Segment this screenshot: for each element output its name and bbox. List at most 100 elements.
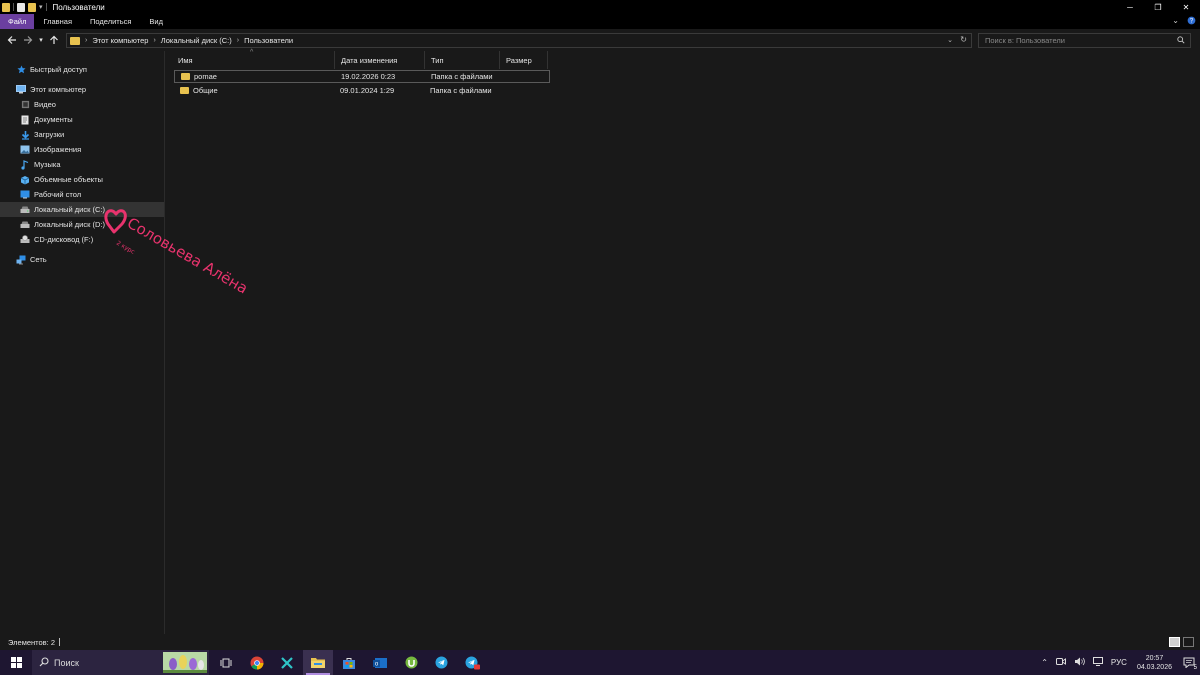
recent-locations-button[interactable]: ▾ [36, 32, 46, 48]
search-input[interactable] [979, 36, 1169, 45]
large-icons-view-button[interactable] [1183, 637, 1194, 647]
nav-item-documents[interactable]: Документы [0, 112, 164, 127]
nav-item-quick-access[interactable]: Быстрый доступ [0, 62, 164, 77]
file-row[interactable]: pomae 19.02.2026 0:23 Папка с файлами [174, 70, 550, 83]
nav-item-network[interactable]: Сеть [0, 252, 164, 267]
minimize-button[interactable]: ─ [1116, 0, 1144, 14]
chevron-down-icon[interactable]: ⌄ [1172, 16, 1179, 27]
properties-icon[interactable] [17, 2, 25, 12]
folder-icon[interactable] [2, 2, 10, 12]
column-header-date[interactable]: Дата изменения [335, 51, 425, 69]
desktop-icon [20, 190, 30, 199]
cube-icon [20, 175, 30, 184]
nav-item-label: CD-дисковод (F:) [34, 235, 94, 244]
address-history-dropdown[interactable]: ⌄ [947, 36, 953, 44]
tab-view[interactable]: Вид [140, 14, 172, 29]
refresh-icon[interactable]: ↻ [960, 35, 967, 44]
details-view-button[interactable] [1169, 637, 1180, 647]
taskbar-app-telegram[interactable] [426, 650, 456, 675]
taskbar-app-file-explorer[interactable] [303, 650, 333, 675]
tab-home[interactable]: Главная [34, 14, 81, 29]
taskbar-search-label: Поиск [54, 657, 79, 668]
taskbar-app-store[interactable] [334, 650, 364, 675]
search-icon[interactable] [1177, 36, 1185, 44]
up-button[interactable] [46, 32, 62, 48]
chevron-right-icon[interactable]: › [153, 37, 155, 44]
clock-date: 04.03.2026 [1136, 663, 1172, 671]
taskbar-search[interactable]: Поиск [32, 650, 209, 675]
nav-item-label: Локальный диск (D:) [34, 220, 105, 229]
nav-item-music[interactable]: Музыка [0, 157, 164, 172]
breadcrumb-users[interactable]: Пользователи [244, 36, 293, 45]
back-button[interactable] [4, 32, 20, 48]
clock[interactable]: 20:57 04.03.2026 [1137, 654, 1172, 672]
task-view-button[interactable] [211, 650, 241, 675]
chevron-right-icon[interactable]: › [85, 37, 87, 44]
tab-file[interactable]: Файл [0, 14, 35, 29]
meet-now-icon[interactable] [1055, 657, 1066, 668]
nav-item-local-disk-c[interactable]: Локальный диск (C:) [0, 202, 164, 217]
folder-icon [180, 87, 189, 94]
nav-item-cd-drive-f[interactable]: CD-дисковод (F:) [0, 232, 164, 247]
column-header-name[interactable]: Имя [172, 51, 335, 69]
divider [45, 3, 47, 11]
address-row: ▾ › Этот компьютер › Локальный диск (C:)… [0, 29, 1200, 51]
file-name: pomae [194, 72, 217, 81]
column-header-size[interactable]: Размер [500, 51, 548, 69]
nav-item-this-pc[interactable]: Этот компьютер [0, 82, 164, 97]
status-bar: Элементов: 2 [0, 634, 1200, 650]
folder-icon [181, 73, 190, 80]
divider [59, 638, 61, 646]
restore-button[interactable]: ❐ [1144, 0, 1172, 14]
file-list-pane: ^ Имя Дата изменения Тип Размер pomae 19… [166, 49, 1200, 634]
column-header-type[interactable]: Тип [425, 51, 500, 69]
taskbar-app-x[interactable] [272, 650, 302, 675]
breadcrumb-this-pc[interactable]: Этот компьютер [92, 36, 148, 45]
breadcrumb-local-disk-c[interactable]: Локальный диск (C:) [161, 36, 232, 45]
nav-item-label: Музыка [34, 160, 61, 169]
telegram-icon [435, 656, 447, 669]
address-bar[interactable]: › Этот компьютер › Локальный диск (C:) ›… [66, 33, 972, 48]
download-icon [20, 130, 30, 140]
navigation-pane: Быстрый доступ Этот компьютер Видео Доку… [0, 51, 165, 634]
utorrent-icon [405, 656, 417, 669]
search-box[interactable] [978, 33, 1191, 48]
arrow-right-icon [24, 36, 33, 44]
volume-icon[interactable] [1074, 657, 1085, 668]
start-button[interactable] [0, 650, 32, 675]
help-icon[interactable]: ? [1187, 16, 1196, 27]
image-icon [20, 145, 30, 154]
nav-item-pictures[interactable]: Изображения [0, 142, 164, 157]
nav-item-3d-objects[interactable]: Объемные объекты [0, 172, 164, 187]
notification-center-button[interactable]: 5 [1178, 650, 1200, 675]
input-language[interactable]: РУС [1111, 658, 1127, 667]
chevron-up-icon[interactable]: ⌃ [1041, 658, 1048, 667]
nav-item-desktop[interactable]: Рабочий стол [0, 187, 164, 202]
nav-item-downloads[interactable]: Загрузки [0, 127, 164, 142]
close-button[interactable]: ✕ [1172, 0, 1200, 14]
customize-toolbar-icon[interactable]: ▾ [39, 3, 43, 11]
new-folder-icon[interactable] [28, 2, 36, 12]
tab-share[interactable]: Поделиться [81, 14, 140, 29]
nav-item-local-disk-d[interactable]: Локальный диск (D:) [0, 217, 164, 232]
nav-item-label: Загрузки [34, 130, 65, 139]
taskbar-app-utorrent[interactable] [396, 650, 426, 675]
folder-icon [70, 36, 80, 45]
music-icon [20, 159, 30, 170]
file-name: Общие [193, 86, 218, 95]
search-icon [39, 657, 49, 667]
column-headers: Имя Дата изменения Тип Размер [172, 51, 548, 69]
file-date: 19.02.2026 0:23 [341, 72, 396, 81]
task-view-icon [220, 658, 232, 667]
taskbar-app-mail[interactable]: o [365, 650, 395, 675]
forward-button[interactable] [20, 32, 36, 48]
computer-icon [16, 85, 26, 94]
file-row[interactable]: Общие 09.01.2024 1:29 Папка с файлами [174, 84, 550, 97]
nav-item-label: Видео [34, 100, 56, 109]
taskbar-app-chrome[interactable] [242, 650, 272, 675]
network-icon [16, 255, 26, 264]
chevron-right-icon[interactable]: › [237, 37, 239, 44]
network-status-icon[interactable] [1092, 657, 1103, 668]
nav-item-video[interactable]: Видео [0, 97, 164, 112]
taskbar-app-telegram-2[interactable] [457, 650, 487, 675]
